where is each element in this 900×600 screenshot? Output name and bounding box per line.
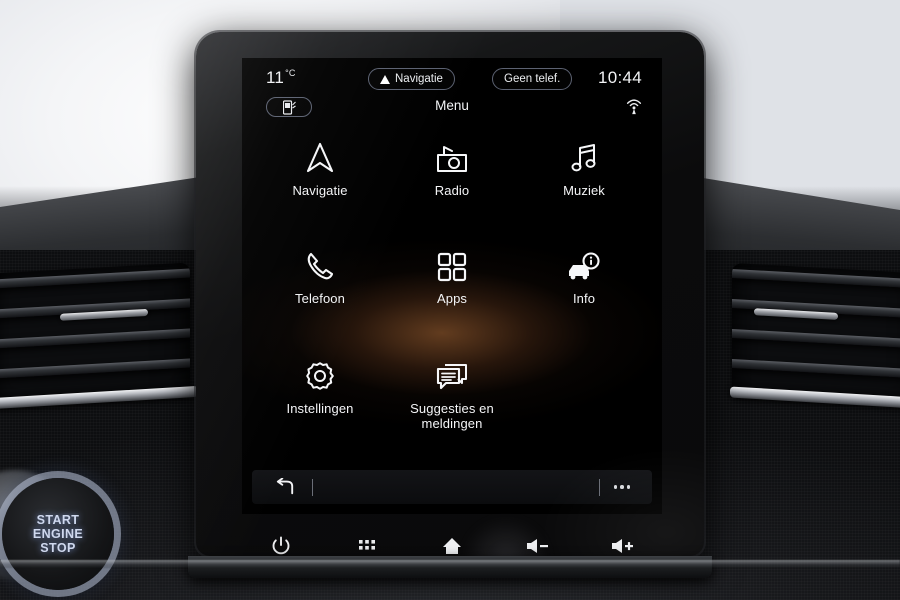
infotainment-head-unit: 11°C Navigatie Geen telef. 10:44 Menu Na…: [196, 32, 704, 556]
phone-handset-icon: [305, 248, 335, 282]
start-stop-line-2: ENGINE: [32, 527, 84, 541]
chat-bubbles-icon: [435, 358, 469, 392]
hardware-key-row: [242, 524, 662, 556]
apps-grid-icon: [437, 248, 467, 282]
status-pill-phone[interactable]: Geen telef.: [492, 68, 573, 90]
menu-tile-suggesties-en-meldingen[interactable]: Suggesties en meldingen: [392, 358, 512, 431]
volume-plus-icon: [612, 539, 633, 553]
back-arrow-icon[interactable]: [274, 478, 296, 496]
navigation-arrow-icon: [380, 74, 390, 84]
start-stop-label: START ENGINE STOP: [33, 513, 83, 555]
menu-grid: Navigatie Radio Muziek Telefoon Apps Inf…: [242, 126, 662, 446]
home-button[interactable]: [439, 533, 465, 556]
page-title: Menu: [435, 98, 469, 113]
status-bar: 11°C Navigatie Geen telef. 10:44 Menu: [242, 58, 662, 117]
start-stop-engine-button[interactable]: START ENGINE STOP: [2, 478, 114, 590]
music-note-icon: [569, 140, 599, 174]
volume-down-button[interactable]: [525, 533, 551, 556]
bar-divider-left: [312, 478, 313, 496]
menu-tile-navigatie[interactable]: Navigatie: [260, 140, 380, 198]
more-dots-icon[interactable]: [613, 485, 630, 489]
menu-tile-label: Info: [572, 291, 596, 306]
menu-tile-apps[interactable]: Apps: [392, 248, 512, 306]
menu-tile-muziek[interactable]: Muziek: [524, 140, 644, 198]
home-icon: [443, 538, 461, 554]
apps-button[interactable]: [354, 533, 380, 556]
broadcast-antenna-icon: [626, 99, 642, 115]
menu-tile-info[interactable]: Info: [524, 248, 644, 306]
menu-tile-instellingen[interactable]: Instellingen: [260, 358, 380, 416]
navigation-arrow-icon: [305, 140, 335, 174]
clock: 10:44: [597, 68, 642, 87]
power-button[interactable]: [268, 533, 294, 556]
status-pill-phone-label: Geen telef.: [504, 73, 561, 85]
temperature-unit: °C: [285, 68, 296, 79]
menu-tile-label: Suggesties en meldingen: [410, 401, 494, 431]
volume-up-button[interactable]: [610, 533, 636, 556]
menu-tile-radio[interactable]: Radio: [392, 140, 512, 198]
power-icon: [272, 536, 290, 555]
menu-tile-label: Radio: [434, 183, 470, 198]
outside-temperature: 11°C: [266, 68, 296, 88]
grid-dots-icon: [358, 540, 375, 550]
air-vent-left[interactable]: [0, 262, 190, 406]
menu-tile-telefoon[interactable]: Telefoon: [260, 248, 380, 306]
radio-icon: [435, 140, 469, 174]
volume-minus-icon: [526, 539, 548, 553]
menu-tile-label: Telefoon: [295, 291, 345, 306]
car-info-icon: [567, 248, 601, 282]
status-pill-navigation-label: Navigatie: [395, 73, 443, 85]
menu-tile-label: Instellingen: [286, 401, 354, 416]
menu-tile-label: Apps: [436, 291, 468, 306]
start-stop-line-1: START: [36, 513, 80, 527]
gear-icon: [304, 358, 336, 392]
air-vent-right[interactable]: [732, 262, 900, 406]
menu-tile-label: Muziek: [563, 183, 605, 198]
menu-tile-label: Navigatie: [292, 183, 348, 198]
bar-divider-right: [598, 478, 600, 496]
touchscreen-display[interactable]: 11°C Navigatie Geen telef. 10:44 Menu Na…: [242, 58, 662, 514]
dashboard-lower-chrome: [0, 560, 900, 568]
infotainment-photo-scene: START ENGINE STOP 11°C Navigatie Geen te…: [0, 0, 900, 600]
onscreen-bottom-bar: [252, 470, 652, 504]
start-stop-line-3: STOP: [40, 541, 76, 555]
temperature-value: 11: [266, 68, 285, 87]
status-pill-navigation[interactable]: Navigatie: [368, 68, 455, 90]
